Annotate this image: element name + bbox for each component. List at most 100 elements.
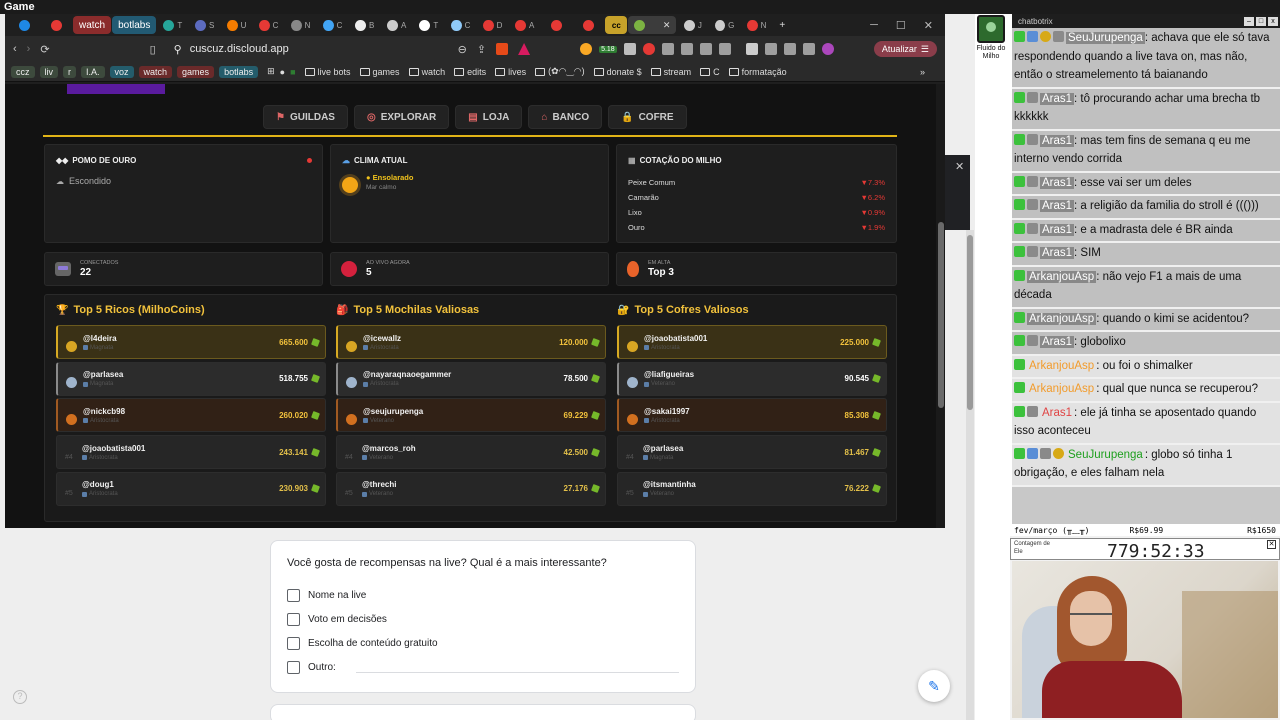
bookmark-folder[interactable]: watch <box>408 67 445 77</box>
chat-username[interactable]: ArkanjouAsp <box>1027 312 1097 325</box>
tab[interactable]: C <box>253 16 284 34</box>
maximize-button[interactable]: ☐ <box>896 19 906 32</box>
extension-icon[interactable] <box>642 43 655 55</box>
bookmark-voz[interactable]: voz <box>109 65 134 78</box>
bookmark-icon[interactable]: ▯ <box>150 43 156 56</box>
bookmark-folder[interactable]: donate $ <box>593 67 642 77</box>
sidebar-icon[interactable] <box>745 43 758 55</box>
leaderboard-row[interactable]: #5 @doug1 Aristocrata 230.903 <box>56 471 326 506</box>
apps-grid-icon[interactable]: ⊞ <box>267 66 275 77</box>
leaderboard-row[interactable]: @nayaraqnaoegammer Aristocrata 78.500 <box>336 361 606 396</box>
bookmark-folder[interactable]: stream <box>650 67 691 77</box>
chat-username[interactable]: SeuJurupenga <box>1066 32 1145 44</box>
form-option[interactable]: Nome na live <box>287 583 679 607</box>
tab[interactable]: T <box>413 16 444 34</box>
bookmark-watch[interactable]: watch <box>138 65 173 78</box>
leaderboard-row[interactable]: @l4deira Magnata 665.600 <box>56 325 326 359</box>
extension-icon[interactable] <box>783 43 796 55</box>
chat-username[interactable]: Aras1 <box>1040 247 1075 259</box>
close-button[interactable]: ✕ <box>924 19 933 32</box>
maximize-button[interactable]: □ <box>1256 16 1266 26</box>
leaderboard-row[interactable]: #4 @parlasea Magnata 81.467 <box>617 435 887 470</box>
nav-loja[interactable]: ▤ LOJA <box>455 105 523 129</box>
back-icon[interactable]: ‹ <box>13 43 17 55</box>
update-button[interactable]: Atualizar ☰ <box>873 41 937 57</box>
more-bookmarks-icon[interactable]: » <box>920 67 925 77</box>
chat-username[interactable]: Aras1 <box>1040 223 1075 236</box>
extension-icon[interactable] <box>580 43 593 55</box>
tab-botlabs[interactable]: botlabs <box>112 16 157 34</box>
chat-username[interactable]: Aras1 <box>1040 134 1075 147</box>
bookmark-botlabs[interactable]: botlabs <box>219 65 259 78</box>
checkbox[interactable] <box>287 612 300 626</box>
leaderboard-row[interactable]: @icewallz Aristocrata 120.000 <box>336 325 606 359</box>
tab[interactable] <box>9 16 40 34</box>
chat-username[interactable]: SeuJurupenga <box>1066 449 1145 461</box>
leaderboard-row[interactable]: @parlasea Magnata 518.755 <box>56 361 326 396</box>
bookmark-folder[interactable]: live bots <box>304 67 351 77</box>
chat-username[interactable]: Aras1 <box>1040 92 1075 105</box>
extension-icon[interactable] <box>764 43 777 55</box>
help-icon[interactable]: ? <box>13 690 27 704</box>
close-icon[interactable]: ✕ <box>955 160 964 173</box>
extension-icon[interactable] <box>623 43 636 55</box>
checkbox[interactable] <box>287 588 300 602</box>
tab[interactable] <box>573 16 604 34</box>
tab[interactable]: D <box>477 16 508 34</box>
forward-icon[interactable]: › <box>27 43 31 55</box>
nav-explorar[interactable]: ◎ EXPLORAR <box>353 105 450 129</box>
leaderboard-row[interactable]: #5 @threchi Veterano 27.176 <box>336 471 606 506</box>
leaderboard-row[interactable]: @sakai1997 Aristocrata 85.308 <box>617 398 887 433</box>
tab[interactable]: N <box>741 16 772 34</box>
nav-cofre[interactable]: 🔒 COFRE <box>608 105 687 129</box>
chat-username[interactable]: ArkanjouAsp <box>1027 270 1097 283</box>
tab[interactable]: C <box>445 16 476 34</box>
chat-username[interactable]: Aras1 <box>1040 200 1075 212</box>
share-icon[interactable]: ⇪ <box>477 43 486 56</box>
extension-icon[interactable] <box>802 43 815 55</box>
chat-username[interactable]: Aras1 <box>1040 407 1074 419</box>
bookmark-folder[interactable]: (✿◠‿◠) <box>535 66 585 77</box>
tab-watch[interactable]: watch <box>73 16 112 34</box>
bookmark-folder[interactable]: edits <box>454 67 486 77</box>
chat-username[interactable]: Aras1 <box>1040 176 1075 189</box>
tab[interactable] <box>41 16 72 34</box>
page-scrollbar-thumb[interactable] <box>967 235 973 410</box>
tab[interactable]: C <box>317 16 348 34</box>
extension-badge[interactable]: 5.18 <box>599 45 617 53</box>
extension-icon[interactable] <box>699 43 712 55</box>
chat-username[interactable]: ArkanjouAsp <box>1027 360 1096 372</box>
leaderboard-row[interactable]: @joaobatista001 Aristocrata 225.000 <box>617 325 887 359</box>
tab[interactable] <box>541 16 572 34</box>
leaderboard-row[interactable]: #4 @joaobatista001 Aristocrata 243.141 <box>56 435 326 470</box>
tab[interactable]: G <box>709 16 740 34</box>
bookmark-folder[interactable]: lives <box>495 67 526 77</box>
leaderboard-row[interactable]: @liafigueiras Veterano 90.545 <box>617 361 887 396</box>
tab-close-icon[interactable]: ✕ <box>663 20 671 31</box>
bookmark-icon[interactable]: ● <box>280 67 285 77</box>
new-tab-button[interactable]: + <box>773 16 791 34</box>
form-option-other[interactable]: Outro: <box>287 655 679 679</box>
nav-guildas[interactable]: ⚑ GUILDAS <box>263 105 348 129</box>
shield-icon[interactable] <box>496 43 509 55</box>
edit-pencil-icon[interactable]: ✎ <box>918 670 950 702</box>
browser-scrollbar-thumb[interactable] <box>938 222 944 408</box>
form-option[interactable]: Voto em decisões <box>287 607 679 631</box>
tab[interactable]: N <box>285 16 316 34</box>
checkbox[interactable] <box>287 660 300 674</box>
minimize-button[interactable]: ─ <box>870 19 878 32</box>
tab[interactable]: U <box>221 16 252 34</box>
minimize-button[interactable]: – <box>1244 16 1254 26</box>
tab[interactable]: B <box>349 16 380 34</box>
bookmark-games[interactable]: games <box>177 65 215 78</box>
chat-username[interactable]: Aras1 <box>1040 336 1075 348</box>
bookmark-folder[interactable]: formatação <box>728 67 787 77</box>
bookmark-I.A.[interactable]: I.A. <box>81 65 105 78</box>
tab-cc[interactable]: cc <box>605 16 628 34</box>
bookmark-folder[interactable]: games <box>359 67 400 77</box>
tab[interactable]: A <box>381 16 412 34</box>
leaderboard-row[interactable]: @nickcb98 Aristocrata 260.020 <box>56 398 326 433</box>
extension-icon[interactable] <box>718 43 731 55</box>
leaderboard-row[interactable]: #4 @marcos_roh Veterano 42.500 <box>336 435 606 470</box>
tab[interactable]: J <box>677 16 708 34</box>
